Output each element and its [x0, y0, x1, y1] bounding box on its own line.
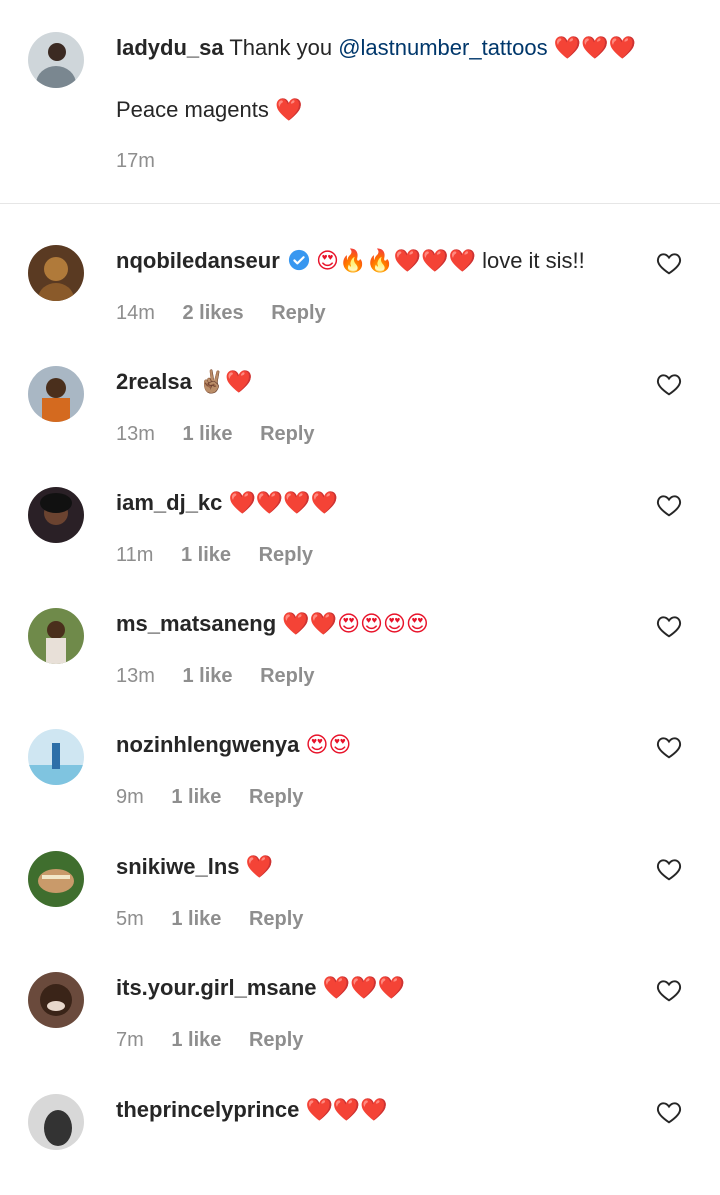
caption-emoji: ❤️❤️❤️ — [553, 36, 636, 61]
reply-button[interactable]: Reply — [260, 665, 314, 687]
comment-line: its.your.girl_msane ❤️❤️❤️ — [116, 974, 405, 1003]
comment-line: theprincelyprince ❤️❤️❤️ — [116, 1096, 388, 1125]
comment-item: ms_matsaneng ❤️❤️😍😍😍😍 13m 1 like Reply — [0, 588, 720, 709]
comment-likes[interactable]: 1 like — [182, 665, 232, 687]
comment-username[interactable]: nozinhlengwenya — [116, 732, 299, 757]
reply-button[interactable]: Reply — [249, 908, 303, 930]
comment-time: 13m — [116, 665, 155, 687]
comment-meta: 13m 1 like Reply — [116, 665, 337, 688]
comment-emoji: 😍🔥🔥❤️❤️❤️ — [316, 249, 476, 274]
avatar[interactable] — [28, 608, 84, 664]
comment-line: 2realsa ✌🏽❤️ — [116, 368, 253, 397]
comment-meta: 9m 1 like Reply — [116, 786, 325, 809]
verified-badge-icon — [288, 249, 310, 271]
comment-username[interactable]: iam_dj_kc — [116, 490, 222, 515]
reply-button[interactable]: Reply — [249, 786, 303, 808]
heart-outline-icon[interactable] — [656, 978, 682, 1002]
caption-meta: 17m — [116, 150, 177, 173]
comment-username[interactable]: ms_matsaneng — [116, 611, 276, 636]
comment-username[interactable]: its.your.girl_msane — [116, 975, 317, 1000]
comment-time: 14m — [116, 302, 155, 324]
comment-likes[interactable]: 1 like — [181, 544, 231, 566]
heart-outline-icon[interactable] — [656, 493, 682, 517]
caption-second-line: Peace magents ❤️ — [116, 96, 302, 125]
comment-time: 7m — [116, 1029, 144, 1051]
avatar-image — [28, 32, 84, 88]
comment-item: its.your.girl_msane ❤️❤️❤️ 7m 1 like Rep… — [0, 952, 720, 1073]
avatar[interactable] — [28, 366, 84, 422]
comment-line: snikiwe_lns ❤️ — [116, 853, 273, 882]
comment-emoji: ✌🏽❤️ — [197, 370, 253, 395]
comment-likes[interactable]: 1 like — [171, 908, 221, 930]
caption-second-emoji: ❤️ — [275, 98, 303, 123]
comment-line: iam_dj_kc ❤️❤️❤️❤️ — [116, 489, 338, 518]
comment-likes[interactable]: 1 like — [182, 423, 232, 445]
comment-item: iam_dj_kc ❤️❤️❤️❤️ 11m 1 like Reply — [0, 467, 720, 588]
avatar-image — [28, 1094, 84, 1150]
avatar[interactable] — [28, 729, 84, 785]
avatar-image — [28, 608, 84, 664]
comment-meta: 7m 1 like Reply — [116, 1029, 325, 1052]
comment-likes[interactable]: 1 like — [171, 1029, 221, 1051]
avatar[interactable] — [28, 245, 84, 301]
comment-likes[interactable]: 1 like — [171, 786, 221, 808]
avatar-image — [28, 851, 84, 907]
comment-emoji: ❤️❤️❤️ — [305, 1098, 388, 1123]
comment-username[interactable]: 2realsa — [116, 369, 192, 394]
reply-button[interactable]: Reply — [249, 1029, 303, 1051]
avatar-image — [28, 729, 84, 785]
caption-second-text: Peace magents — [116, 97, 269, 122]
comment-emoji: ❤️❤️❤️❤️ — [228, 491, 339, 516]
comment-username[interactable]: theprincelyprince — [116, 1097, 299, 1122]
avatar-image — [28, 366, 84, 422]
avatar-image — [28, 487, 84, 543]
comment-time: 5m — [116, 908, 144, 930]
comment-username[interactable]: nqobiledanseur — [116, 248, 280, 273]
comment-item: theprincelyprince ❤️❤️❤️ — [0, 1074, 720, 1195]
heart-outline-icon[interactable] — [656, 614, 682, 638]
reply-button[interactable]: Reply — [271, 302, 325, 324]
caption-username[interactable]: ladydu_sa — [116, 35, 224, 60]
reply-button[interactable]: Reply — [260, 423, 314, 445]
comment-meta: 13m 1 like Reply — [116, 423, 337, 446]
comment-time: 11m — [116, 544, 154, 566]
avatar[interactable] — [28, 851, 84, 907]
comment-likes[interactable]: 2 likes — [182, 302, 243, 324]
comment-line: nqobiledanseur 😍🔥🔥❤️❤️❤️ love it sis!! — [116, 247, 585, 276]
comment-item: nozinhlengwenya 😍😍 9m 1 like Reply — [0, 709, 720, 830]
comment-item: nqobiledanseur 😍🔥🔥❤️❤️❤️ love it sis!! 1… — [0, 225, 720, 346]
comment-text: love it sis!! — [482, 248, 585, 273]
avatar[interactable] — [28, 487, 84, 543]
avatar[interactable] — [28, 1094, 84, 1150]
comment-line: ms_matsaneng ❤️❤️😍😍😍😍 — [116, 610, 429, 639]
comment-time: 9m — [116, 786, 144, 808]
heart-outline-icon[interactable] — [656, 372, 682, 396]
caption-time: 17m — [116, 150, 155, 172]
avatar[interactable] — [28, 32, 84, 88]
comment-item: 2realsa ✌🏽❤️ 13m 1 like Reply — [0, 346, 720, 467]
comment-username[interactable]: snikiwe_lns — [116, 854, 240, 879]
heart-outline-icon[interactable] — [656, 1100, 682, 1124]
comment-meta: 5m 1 like Reply — [116, 908, 325, 931]
caption-line: ladydu_sa Thank you @lastnumber_tattoos … — [116, 34, 636, 63]
comment-emoji: 😍😍 — [305, 733, 352, 758]
avatar-image — [28, 972, 84, 1028]
avatar-image — [28, 245, 84, 301]
comment-emoji: ❤️ — [245, 855, 274, 880]
caption-section: ladydu_sa Thank you @lastnumber_tattoos … — [0, 0, 720, 204]
heart-outline-icon[interactable] — [656, 857, 682, 881]
comment-time: 13m — [116, 423, 155, 445]
reply-button[interactable]: Reply — [259, 544, 313, 566]
comment-emoji: ❤️❤️😍😍😍😍 — [282, 612, 429, 637]
comment-line: nozinhlengwenya 😍😍 — [116, 731, 351, 760]
heart-outline-icon[interactable] — [656, 735, 682, 759]
comment-item: snikiwe_lns ❤️ 5m 1 like Reply — [0, 831, 720, 952]
caption-text: Thank you — [229, 35, 333, 60]
avatar[interactable] — [28, 972, 84, 1028]
comment-emoji: ❤️❤️❤️ — [322, 976, 405, 1001]
caption-mention-link[interactable]: @lastnumber_tattoos — [338, 35, 547, 60]
comment-meta: 14m 2 likes Reply — [116, 302, 348, 325]
heart-outline-icon[interactable] — [656, 251, 682, 275]
comment-meta: 11m 1 like Reply — [116, 544, 335, 567]
